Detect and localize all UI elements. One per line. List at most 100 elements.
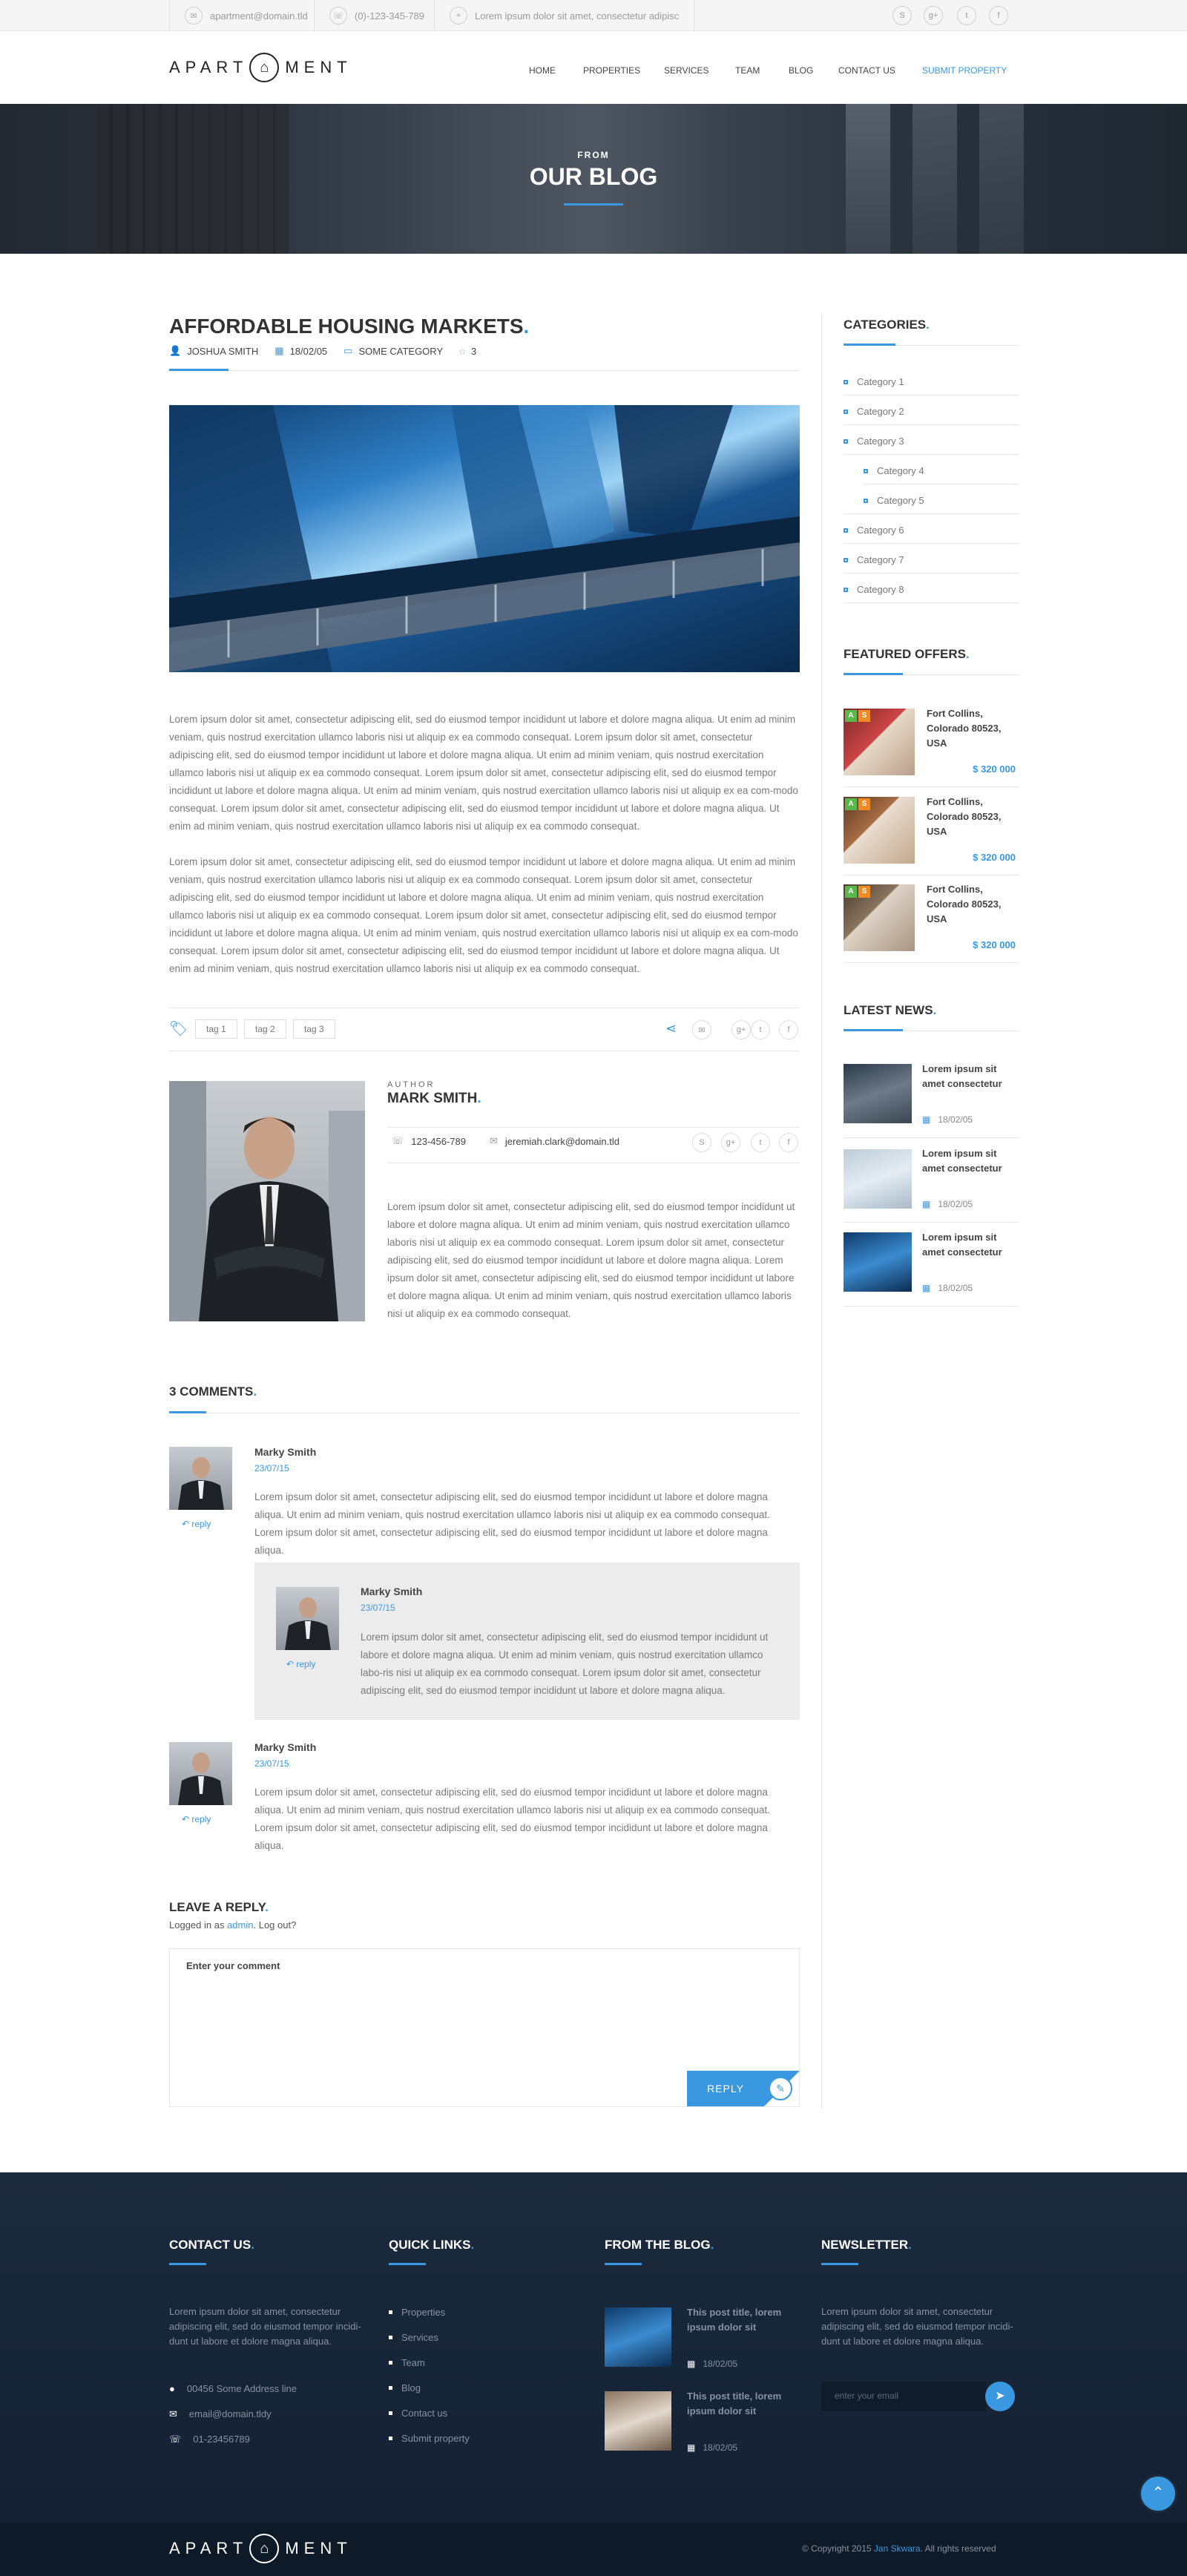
category-item[interactable]: Category 6	[844, 525, 904, 536]
copyright-suffix: . All rights reserved	[920, 2543, 996, 2554]
footer-blog-image[interactable]	[605, 2391, 671, 2451]
facebook-share-icon[interactable]: f	[779, 1020, 798, 1039]
skype-icon[interactable]: S	[892, 6, 912, 25]
footer-logo-left: APART	[169, 2539, 249, 2557]
author-bio: Lorem ipsum dolor sit amet, consectetur …	[387, 1201, 795, 1319]
reply-text: reply	[191, 1814, 211, 1824]
reply-button[interactable]: REPLY	[687, 2071, 764, 2106]
footer-email[interactable]: ✉ email@domain.tldy	[169, 2407, 272, 2422]
google-plus-icon[interactable]: g+	[924, 6, 943, 25]
scroll-top-icon[interactable]: ⌃	[1139, 2474, 1177, 2513]
category-item[interactable]: Category 7	[844, 554, 904, 565]
category-item[interactable]: Category 3	[844, 436, 904, 447]
footer-link-label: Services	[401, 2332, 438, 2343]
footer-link[interactable]: Properties	[389, 2307, 445, 2318]
nav-submit-property[interactable]: SUBMIT PROPERTY	[922, 65, 1007, 76]
offer-location[interactable]: Fort Collins, Colorado 80523, USA	[927, 706, 1008, 751]
author-phone[interactable]: ☏ 123-456-789	[392, 1135, 466, 1147]
user-icon: 👤	[169, 345, 182, 356]
twitter-icon[interactable]: t	[957, 6, 976, 25]
footer-phone[interactable]: ☏ 01-23456789	[169, 2432, 250, 2447]
reply-link[interactable]: ↶ reply	[182, 1814, 211, 1824]
tag-3[interactable]: tag 3	[293, 1019, 335, 1039]
email-share-icon[interactable]: ✉	[692, 1020, 711, 1039]
badge-a: A	[845, 798, 857, 810]
topbar-email[interactable]: ✉ apartment@domain.tld	[169, 0, 323, 31]
bullet-icon	[389, 2386, 392, 2390]
category-item[interactable]: Category 1	[844, 376, 904, 387]
copyright-author-link[interactable]: Jan Skwara	[874, 2543, 921, 2554]
logout-link[interactable]: . Log out?	[254, 1919, 297, 1931]
comment-icon: ◌	[459, 345, 465, 357]
comment-author: Marky Smith	[254, 1741, 317, 1753]
offer-location[interactable]: Fort Collins, Colorado 80523, USA	[927, 882, 1008, 927]
reply-text: reply	[296, 1659, 316, 1669]
share-icon[interactable]: ⋖	[665, 1021, 677, 1036]
tag-1[interactable]: tag 1	[195, 1019, 237, 1039]
footer-newsletter-title: NEWSLETTER.	[821, 2238, 912, 2252]
google-plus-share-icon[interactable]: g+	[731, 1020, 751, 1039]
news-image[interactable]	[844, 1064, 912, 1123]
copyright: © Copyright 2015 Jan Skwara. All rights …	[802, 2543, 996, 2554]
twitter-share-icon[interactable]: t	[751, 1020, 770, 1039]
footer-link[interactable]: Services	[389, 2332, 438, 2343]
post-author[interactable]: JOSHUA SMITH	[187, 346, 258, 357]
author-skype-icon[interactable]: S	[692, 1133, 711, 1152]
news-link[interactable]: Lorem ipsum sit amet consectetur	[922, 1146, 1011, 1176]
news-link[interactable]: Lorem ipsum sit amet consectetur	[922, 1230, 1011, 1260]
send-icon[interactable]: ➤	[985, 2382, 1015, 2411]
categories-title: CATEGORIES.	[844, 318, 930, 332]
reply-link[interactable]: ↶ reply	[182, 1519, 211, 1529]
tag-2[interactable]: tag 2	[244, 1019, 286, 1039]
bullet-icon	[844, 379, 848, 384]
post-comment-count[interactable]: 3	[471, 346, 476, 357]
nav-blog[interactable]: BLOG	[789, 65, 813, 76]
categories-title-text: CATEGORIES	[844, 318, 927, 332]
nav-services[interactable]: SERVICES	[664, 65, 708, 76]
footer-link[interactable]: Contact us	[389, 2408, 447, 2419]
author-twitter-icon[interactable]: t	[751, 1133, 770, 1152]
logged-user-link[interactable]: admin	[227, 1919, 253, 1931]
author-google-plus-icon[interactable]: g+	[721, 1133, 740, 1152]
nav-contact-us[interactable]: CONTACT US	[838, 65, 895, 76]
footer-link[interactable]: Blog	[389, 2382, 421, 2393]
footer-logo[interactable]: APART ⌂ MENT	[169, 2534, 352, 2563]
news-image[interactable]	[844, 1149, 912, 1209]
comment-date: 23/07/15	[361, 1603, 395, 1613]
category-item[interactable]: Category 4	[864, 465, 924, 476]
news-image[interactable]	[844, 1232, 912, 1292]
avatar	[276, 1587, 339, 1650]
nav-properties[interactable]: PROPERTIES	[583, 65, 640, 76]
category-item[interactable]: Category 2	[844, 406, 904, 417]
hero-subtitle: FROM	[577, 150, 610, 160]
topbar-phone[interactable]: ☏ (0)-123-345-789	[314, 0, 439, 31]
phone-icon: ☏	[329, 7, 347, 24]
news-date-text: 18/02/05	[938, 1283, 973, 1293]
post-category[interactable]: SOME CATEGORY	[358, 346, 443, 357]
nav-home[interactable]: HOME	[529, 65, 556, 76]
footer-blog-link[interactable]: This post title, lorem ipsum dolor sit	[687, 2305, 783, 2335]
edit-icon[interactable]: ✎	[769, 2077, 792, 2100]
category-item[interactable]: Category 8	[844, 584, 904, 595]
footer-link-label: Contact us	[401, 2408, 448, 2419]
logo[interactable]: APART ⌂ MENT	[169, 53, 352, 82]
offer-location[interactable]: Fort Collins, Colorado 80523, USA	[927, 795, 1008, 839]
footer-link-label: Submit property	[401, 2433, 470, 2444]
comment-text: Lorem ipsum dolor sit amet, consectetur …	[254, 1491, 770, 1556]
category-item[interactable]: Category 5	[864, 495, 924, 506]
post-meta: 👤 JOSHUA SMITH ▦ 18/02/05 ▭ SOME CATEGOR…	[169, 345, 476, 357]
footer-link[interactable]: Submit property	[389, 2433, 470, 2444]
footer-blog-image[interactable]	[605, 2307, 671, 2367]
author-facebook-icon[interactable]: f	[779, 1133, 798, 1152]
footer-link[interactable]: Team	[389, 2357, 425, 2368]
newsletter-email-input[interactable]: enter your email	[821, 2382, 986, 2411]
bullet-icon	[389, 2411, 392, 2415]
bullet-icon	[844, 409, 848, 414]
news-link[interactable]: Lorem ipsum sit amet consectetur	[922, 1062, 1011, 1091]
author-email[interactable]: ✉ jeremiah.clark@domain.tld	[490, 1135, 619, 1147]
nav-team[interactable]: TEAM	[735, 65, 760, 76]
facebook-icon[interactable]: f	[989, 6, 1008, 25]
offer-price: $ 320 000	[973, 852, 1016, 863]
footer-blog-link[interactable]: This post title, lorem ipsum dolor sit	[687, 2389, 783, 2419]
reply-link[interactable]: ↶ reply	[286, 1659, 315, 1669]
